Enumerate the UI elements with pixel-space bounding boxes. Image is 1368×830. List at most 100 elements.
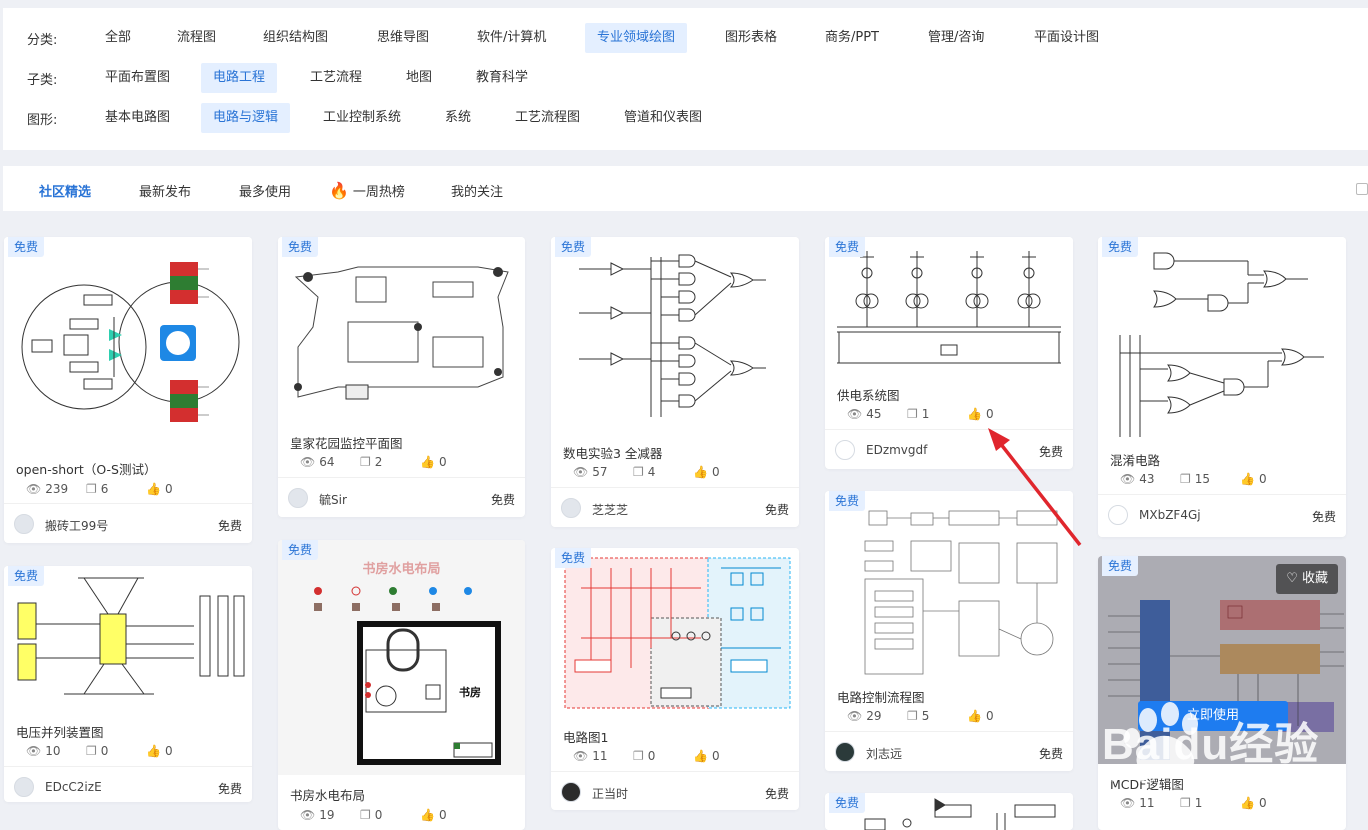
author-name[interactable]: 搬砖工99号	[45, 517, 108, 534]
template-card[interactable]: 免费 电路控制流程图 👁 29 ❐ 5 👍 0 刘志远 免费	[825, 491, 1073, 771]
author-name[interactable]: EDzmvgdf	[866, 443, 927, 457]
card-title[interactable]: open-short（O-S测试）	[16, 459, 156, 478]
card-title[interactable]: 供电系统图	[837, 385, 900, 404]
thumbs-up-icon: 👍	[967, 407, 982, 421]
price-label: 免费	[217, 782, 242, 796]
category-chip-graphic-design[interactable]: 平面设计图	[1022, 23, 1111, 53]
card-title[interactable]: 混淆电路	[1110, 450, 1160, 469]
shape-chip-process-flow[interactable]: 工艺流程图	[503, 103, 592, 133]
subcategory-chip-floor-plan[interactable]: 平面布置图	[93, 63, 182, 93]
card-author-row: MXbZF4Gj 免费	[1098, 494, 1346, 534]
thumbs-up-icon: 👍	[1240, 472, 1255, 486]
card-thumbnail[interactable]	[551, 548, 799, 713]
card-thumbnail[interactable]	[551, 237, 799, 432]
use-now-button[interactable]: 立即使用	[1138, 701, 1288, 731]
author-name[interactable]: 芝芝芝	[592, 501, 628, 518]
card-stats: 👁 239 ❐ 6 👍 0	[26, 482, 206, 496]
subcategory-chip-circuit[interactable]: 电路工程	[201, 63, 278, 93]
template-card[interactable]: 免费 数电实验3 全减器 👁 57 ❐ 4 👍 0 芝芝芝 免费	[551, 237, 799, 527]
free-badge: 免费	[1102, 556, 1139, 576]
tab-weekly-hot[interactable]: 🔥 一周热榜	[329, 181, 405, 200]
template-card[interactable]: 免费 供电系统图 👁 45 ❐ 1 👍 0 EDzmvgdf 免费	[825, 237, 1073, 469]
author-name[interactable]: MXbZF4Gj	[1139, 508, 1201, 522]
card-title[interactable]: MCDF逻辑图	[1110, 774, 1184, 793]
free-badge: 免费	[829, 237, 866, 257]
category-chip-mindmap[interactable]: 思维导图	[365, 23, 441, 53]
template-card[interactable]: 免费 皇家花园监控平面图 👁 64 ❐ 2 👍 0 毓Sir 免费	[278, 237, 525, 517]
card-stats: 👁 11 ❐ 0 👍 0	[573, 749, 753, 763]
author-name[interactable]: 毓Sir	[319, 491, 347, 508]
author-name[interactable]: 正当时	[592, 785, 628, 802]
avatar[interactable]	[1108, 505, 1128, 525]
copy-icon: ❐	[1180, 796, 1191, 810]
shape-chip-system[interactable]: 系统	[433, 103, 483, 133]
avatar[interactable]	[835, 742, 855, 762]
card-thumbnail[interactable]: ♡ 收藏 立即使用	[1098, 556, 1346, 764]
avatar[interactable]	[835, 440, 855, 460]
like-count: 👍 0	[693, 749, 720, 763]
avatar[interactable]	[561, 782, 581, 802]
subcategory-chip-education[interactable]: 教育科学	[464, 63, 540, 93]
card-author-row: EDcC2izE 免费	[4, 766, 252, 802]
card-title[interactable]: 数电实验3 全减器	[563, 443, 662, 462]
price-label: 免费	[217, 519, 242, 533]
card-title[interactable]: 电路图1	[563, 727, 608, 746]
category-chip-org-chart[interactable]: 组织结构图	[251, 23, 340, 53]
card-title[interactable]: 书房水电布局	[290, 785, 365, 804]
card-thumbnail[interactable]	[825, 237, 1073, 377]
shape-chip-basic-circuit[interactable]: 基本电路图	[93, 103, 182, 133]
card-title[interactable]: 电路控制流程图	[837, 687, 925, 706]
card-thumbnail[interactable]	[825, 491, 1073, 676]
shape-chip-industrial-control[interactable]: 工业控制系统	[311, 103, 413, 133]
card-thumbnail[interactable]: 书房水电布局 书房	[278, 540, 525, 775]
avatar[interactable]	[561, 498, 581, 518]
tab-community-picks[interactable]: 社区精选	[39, 181, 91, 200]
template-card[interactable]: 免费 书房水电布局 书房 书房水电布局 👁 19 ❐ 0 👍 0	[278, 540, 525, 830]
like-count: 👍 0	[693, 465, 720, 479]
template-card[interactable]: 免费 电压并列装置图 👁 10 ❐ 0 👍 0 EDcC2izE 免费	[4, 566, 252, 802]
eye-icon: 👁	[847, 709, 863, 723]
template-card[interactable]: 免费	[825, 793, 1073, 830]
template-card[interactable]: 免费 电路图1 👁 11 ❐ 0 👍 0 正当时 免费	[551, 548, 799, 810]
checkbox[interactable]	[1356, 183, 1368, 195]
subcategory-chip-process[interactable]: 工艺流程	[298, 63, 374, 93]
copy-count: ❐ 1	[1180, 796, 1203, 810]
tab-following[interactable]: 我的关注	[451, 181, 503, 200]
free-badge: 免费	[8, 566, 45, 586]
card-thumbnail[interactable]	[4, 566, 252, 706]
avatar[interactable]	[14, 777, 34, 797]
template-card-hovered[interactable]: 免费 ♡ 收藏 立即使用 MCDF逻辑图 👁 11 ❐ 1 👍 0	[1098, 556, 1346, 830]
view-count: 👁 57	[573, 465, 608, 479]
category-chip-all[interactable]: 全部	[93, 23, 143, 53]
category-chip-professional[interactable]: 专业领域绘图	[585, 23, 688, 53]
view-count: 👁 11	[573, 749, 608, 763]
card-title[interactable]: 电压并列装置图	[16, 722, 104, 741]
shape-chip-piping[interactable]: 管道和仪表图	[612, 103, 714, 133]
category-chip-tables[interactable]: 图形表格	[713, 23, 789, 53]
avatar[interactable]	[288, 488, 308, 508]
category-chip-business[interactable]: 商务/PPT	[813, 23, 891, 53]
author-name[interactable]: EDcC2izE	[45, 780, 102, 794]
author-name[interactable]: 刘志远	[866, 745, 902, 762]
thumbs-up-icon: 👍	[420, 808, 435, 822]
copy-icon: ❐	[633, 465, 644, 479]
eye-icon: 👁	[1120, 796, 1136, 810]
category-chip-management[interactable]: 管理/咨询	[916, 23, 996, 53]
tab-most-used[interactable]: 最多使用	[239, 181, 291, 200]
card-thumbnail[interactable]	[1098, 237, 1346, 442]
category-chip-flowchart[interactable]: 流程图	[165, 23, 228, 53]
category-chip-software[interactable]: 软件/计算机	[465, 23, 558, 53]
template-card[interactable]: 免费 混淆电路 👁 43 ❐ 15 👍 0 MXbZF4Gj 免费	[1098, 237, 1346, 537]
card-title[interactable]: 皇家花园监控平面图	[290, 433, 403, 452]
tab-latest[interactable]: 最新发布	[139, 181, 191, 200]
heart-icon: ♡	[1286, 571, 1298, 586]
free-badge: 免费	[829, 793, 866, 813]
template-card[interactable]: 免费 open-short（O-S测试） 👁 239 ❐ 6 👍 0 搬砖工99…	[4, 237, 252, 543]
subcategory-chip-map[interactable]: 地图	[394, 63, 444, 93]
card-thumbnail[interactable]	[278, 237, 525, 417]
avatar[interactable]	[14, 514, 34, 534]
price-label: 免费	[764, 503, 789, 517]
card-thumbnail[interactable]	[4, 237, 252, 447]
favorite-button[interactable]: ♡ 收藏	[1276, 564, 1338, 594]
shape-chip-circuit-logic[interactable]: 电路与逻辑	[201, 103, 291, 133]
